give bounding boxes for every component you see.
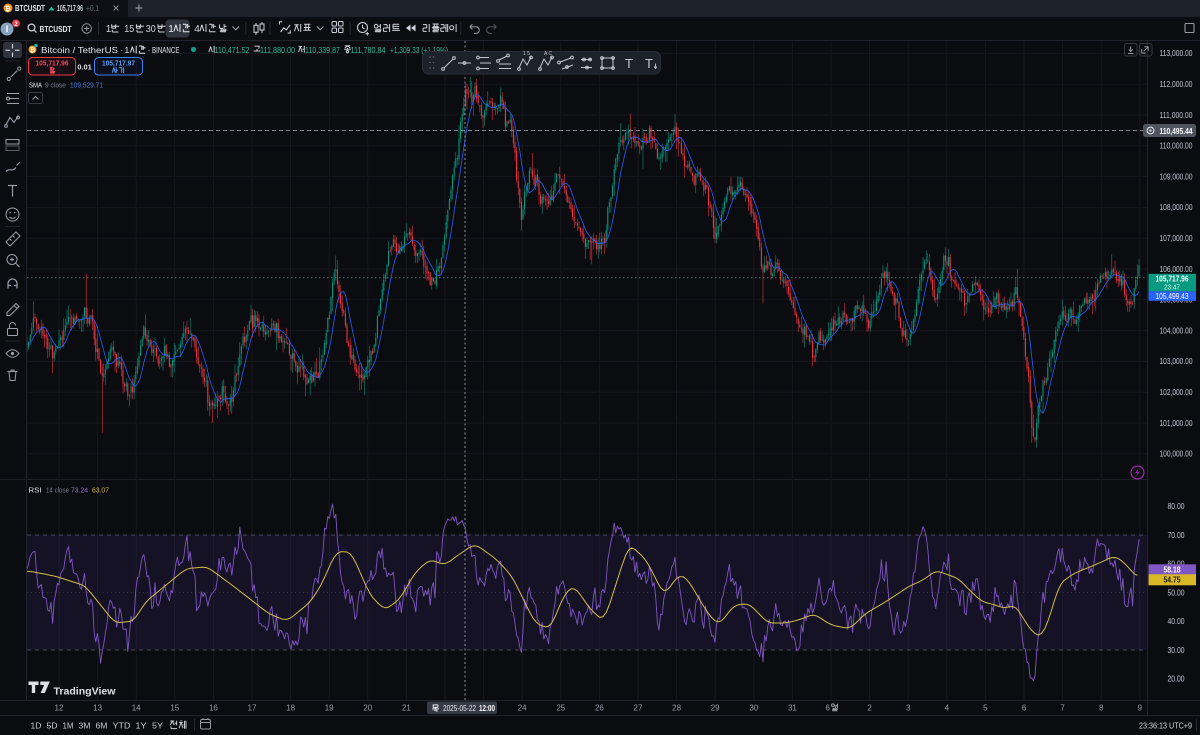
svg-text:80.00: 80.00 [1168, 502, 1185, 511]
svg-text:0.01: 0.01 [77, 63, 92, 72]
svg-text:21: 21 [402, 704, 411, 713]
svg-text:1D: 1D [31, 721, 42, 731]
svg-text:I: I [6, 24, 9, 34]
svg-text:54.75: 54.75 [1164, 576, 1181, 585]
svg-text:BTCUSDT: BTCUSDT [40, 24, 73, 34]
svg-text:4: 4 [194, 24, 200, 35]
svg-text:₿: ₿ [5, 5, 11, 13]
svg-text:100,000.00: 100,000.00 [1160, 450, 1193, 459]
svg-text:113,000.00: 113,000.00 [1160, 49, 1193, 58]
svg-text:14 close: 14 close [46, 486, 69, 495]
svg-text:·: · [148, 45, 151, 55]
svg-text:2: 2 [867, 704, 872, 713]
svg-text:111,000.00: 111,000.00 [1160, 111, 1193, 120]
svg-text:31: 31 [788, 704, 797, 713]
svg-text:107,000.00: 107,000.00 [1160, 234, 1193, 243]
svg-text:15: 15 [124, 24, 134, 35]
svg-text:105,717.96: 105,717.96 [1156, 275, 1189, 284]
svg-text:15: 15 [170, 704, 179, 713]
svg-text:108,000.00: 108,000.00 [1160, 203, 1193, 212]
svg-text:23:36:13 UTC+9: 23:36:13 UTC+9 [1139, 721, 1192, 731]
svg-text:73.24: 73.24 [71, 486, 88, 495]
svg-text:111,880.00: 111,880.00 [260, 46, 295, 55]
svg-text:BTCUSDT: BTCUSDT [15, 4, 45, 13]
svg-text:111,780.84: 111,780.84 [351, 46, 386, 55]
svg-text:·: · [121, 45, 124, 55]
svg-text:105,717.97: 105,717.97 [102, 59, 135, 68]
svg-text:5Y: 5Y [152, 721, 163, 731]
svg-text:Bitcoin / TetherUS: Bitcoin / TetherUS [41, 45, 118, 55]
svg-text:25: 25 [556, 704, 565, 713]
svg-text:30.00: 30.00 [1168, 646, 1185, 655]
svg-text:+0.1: +0.1 [86, 4, 99, 13]
svg-text:102,000.00: 102,000.00 [1160, 388, 1193, 397]
svg-text:24: 24 [518, 704, 527, 713]
svg-text:27: 27 [634, 704, 643, 713]
svg-text:5: 5 [983, 704, 988, 713]
svg-text:104,000.00: 104,000.00 [1160, 326, 1193, 335]
svg-text:28: 28 [672, 704, 681, 713]
svg-text:105,499.43: 105,499.43 [1156, 292, 1189, 301]
svg-text:8: 8 [1099, 704, 1104, 713]
svg-text:20: 20 [363, 704, 372, 713]
svg-text:14: 14 [132, 704, 141, 713]
svg-text:12:00: 12:00 [479, 704, 495, 713]
svg-text:5D: 5D [47, 721, 58, 731]
svg-text:29: 29 [711, 704, 720, 713]
svg-text:4: 4 [945, 704, 950, 713]
svg-text:23:47: 23:47 [1164, 285, 1180, 292]
svg-text:T: T [625, 56, 633, 71]
svg-text:105,717.96: 105,717.96 [57, 4, 83, 13]
svg-text:13: 13 [93, 704, 102, 713]
svg-text:50.00: 50.00 [1168, 588, 1185, 597]
svg-text:1: 1 [168, 24, 174, 35]
svg-text:T: T [645, 56, 653, 71]
svg-text:RSI: RSI [29, 486, 42, 495]
svg-text:1 5: 1 5 [523, 51, 530, 57]
svg-text:30: 30 [749, 704, 758, 713]
svg-text:6M: 6M [96, 721, 108, 731]
svg-text:16: 16 [209, 704, 218, 713]
svg-text:12: 12 [55, 704, 64, 713]
svg-text:20.00: 20.00 [1168, 675, 1185, 684]
svg-text:18: 18 [286, 704, 295, 713]
svg-text:TradingView: TradingView [54, 686, 117, 698]
svg-text:6: 6 [1022, 704, 1027, 713]
svg-text:103,000.00: 103,000.00 [1160, 357, 1193, 366]
svg-text:9: 9 [1138, 704, 1143, 713]
svg-text:₿: ₿ [30, 46, 35, 54]
svg-text:63.07: 63.07 [92, 486, 109, 495]
svg-text:30: 30 [146, 24, 156, 35]
svg-text:110,339.87: 110,339.87 [305, 46, 340, 55]
svg-text:109,000.00: 109,000.00 [1160, 172, 1193, 181]
svg-text:70.00: 70.00 [1168, 531, 1185, 540]
svg-text:BINANCE: BINANCE [152, 45, 180, 55]
svg-text:7: 7 [1060, 704, 1065, 713]
svg-text:1: 1 [106, 24, 112, 35]
svg-text:109,529.71: 109,529.71 [70, 81, 103, 90]
svg-text:58.18: 58.18 [1164, 566, 1181, 575]
svg-text:3M: 3M [79, 721, 91, 731]
svg-text:19: 19 [325, 704, 334, 713]
svg-text:1: 1 [125, 45, 130, 55]
svg-text:26: 26 [595, 704, 604, 713]
svg-text:101,000.00: 101,000.00 [1160, 419, 1193, 428]
svg-text:105,717.96: 105,717.96 [36, 59, 69, 68]
svg-text:1Y: 1Y [136, 721, 147, 731]
svg-text:112,000.00: 112,000.00 [1160, 80, 1193, 89]
svg-text:110,000.00: 110,000.00 [1160, 142, 1193, 151]
svg-text:SMA: SMA [29, 81, 42, 90]
svg-text:110,495.44: 110,495.44 [1160, 127, 1193, 136]
svg-text:40.00: 40.00 [1168, 617, 1185, 626]
svg-text:17: 17 [248, 704, 257, 713]
svg-text:A C: A C [544, 51, 552, 57]
svg-text:106,000.00: 106,000.00 [1160, 265, 1193, 274]
svg-text:110,471.52: 110,471.52 [215, 46, 250, 55]
svg-text:2025-05-22: 2025-05-22 [443, 704, 476, 713]
svg-text:9 close: 9 close [45, 81, 66, 90]
svg-text:6: 6 [826, 704, 831, 713]
svg-text:3: 3 [906, 704, 911, 713]
svg-text:YTD: YTD [113, 721, 131, 731]
svg-text:1M: 1M [63, 721, 74, 731]
